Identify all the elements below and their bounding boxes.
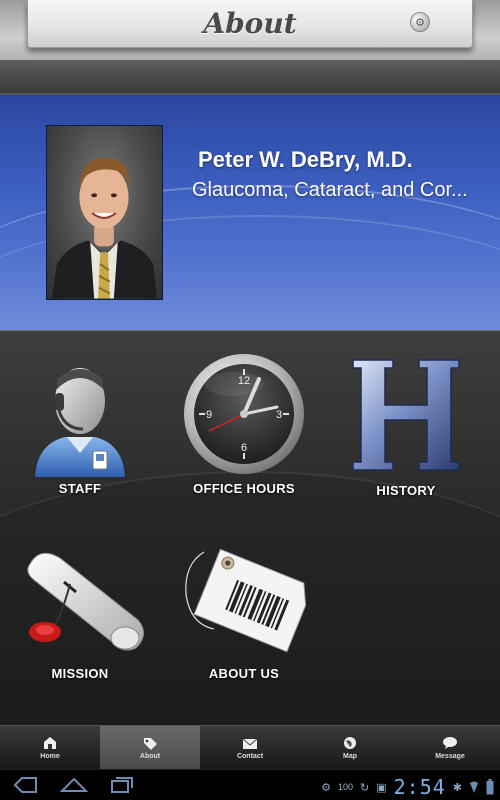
tab-label: Message bbox=[435, 752, 465, 760]
grid-item-mission[interactable]: MISSION bbox=[0, 531, 160, 681]
grid-item-label: HISTORY bbox=[376, 483, 436, 498]
grid-item-office-hours[interactable]: 12 3 6 9 OFFICE HOURS bbox=[164, 346, 324, 496]
tag-icon bbox=[144, 737, 157, 750]
mail-icon bbox=[242, 738, 258, 749]
clock-time: 2:54 bbox=[393, 775, 446, 799]
tab-contact[interactable]: Contact bbox=[200, 726, 300, 769]
status-area: ⚙ 100 ↻ ▣ 2:54 ✱ bbox=[321, 775, 494, 799]
home-icon bbox=[44, 736, 56, 749]
wifi-icon bbox=[470, 781, 478, 793]
tab-map[interactable]: Map bbox=[300, 726, 400, 769]
back-icon[interactable] bbox=[12, 776, 38, 794]
bag-icon: ▣ bbox=[376, 781, 387, 794]
recent-apps-icon[interactable] bbox=[110, 776, 134, 794]
battery-icon bbox=[486, 779, 494, 795]
tab-label: Home bbox=[40, 752, 60, 760]
grid-item-history[interactable]: HISTORY bbox=[326, 346, 486, 498]
system-navigation-bar: ⚙ 100 ↻ ▣ 2:54 ✱ bbox=[0, 769, 500, 800]
grid-item-about-us[interactable]: ABOUT US bbox=[164, 531, 324, 681]
doctor-profile-header: Peter W. DeBry, M.D. Glaucoma, Cataract,… bbox=[0, 95, 500, 330]
history-h-icon bbox=[326, 346, 486, 483]
globe-icon bbox=[344, 736, 356, 749]
doctor-photo bbox=[46, 125, 163, 300]
barcode-tag-icon bbox=[164, 531, 324, 666]
tab-label: Map bbox=[343, 752, 357, 760]
doctor-specialty: Glaucoma, Cataract, and Cor... bbox=[192, 179, 468, 201]
grid-item-label: OFFICE HOURS bbox=[193, 481, 295, 496]
title-shelf bbox=[0, 60, 500, 93]
tab-message[interactable]: Message bbox=[400, 726, 500, 769]
scroll-seal-icon bbox=[0, 531, 160, 666]
svg-text:3: 3 bbox=[276, 409, 282, 421]
tab-home[interactable]: Home bbox=[0, 726, 100, 769]
clock-icon: 12 3 6 9 bbox=[164, 346, 324, 481]
about-menu-grid: STAFF 12 3 bbox=[0, 330, 500, 725]
title-bar: About ⚙ bbox=[0, 0, 500, 95]
grid-item-label: ABOUT US bbox=[208, 666, 280, 681]
tab-label: Contact bbox=[236, 752, 264, 760]
staff-icon bbox=[0, 346, 160, 481]
tab-about[interactable]: About bbox=[100, 726, 200, 769]
chat-icon bbox=[443, 736, 457, 749]
svg-text:6: 6 bbox=[241, 442, 247, 454]
bottom-tab-bar: Home About Contact Map Message bbox=[0, 725, 500, 769]
wrench-icon[interactable]: ⚙ bbox=[410, 12, 430, 32]
grid-item-label: MISSION bbox=[51, 666, 109, 681]
title-plate: About ⚙ bbox=[27, 0, 473, 48]
page-title: About bbox=[203, 7, 297, 40]
battery-level: 100 bbox=[337, 782, 353, 792]
sync-icon: ↻ bbox=[359, 781, 370, 794]
home-nav-icon[interactable] bbox=[60, 776, 88, 794]
bluetooth-icon: ✱ bbox=[452, 781, 462, 794]
grid-item-staff[interactable]: STAFF bbox=[0, 346, 160, 496]
doctor-name: Peter W. DeBry, M.D. bbox=[198, 147, 413, 172]
svg-text:9: 9 bbox=[206, 409, 212, 421]
grid-item-label: STAFF bbox=[58, 481, 102, 496]
android-debug-icon: ⚙ bbox=[321, 781, 331, 794]
tab-label: About bbox=[139, 752, 161, 760]
